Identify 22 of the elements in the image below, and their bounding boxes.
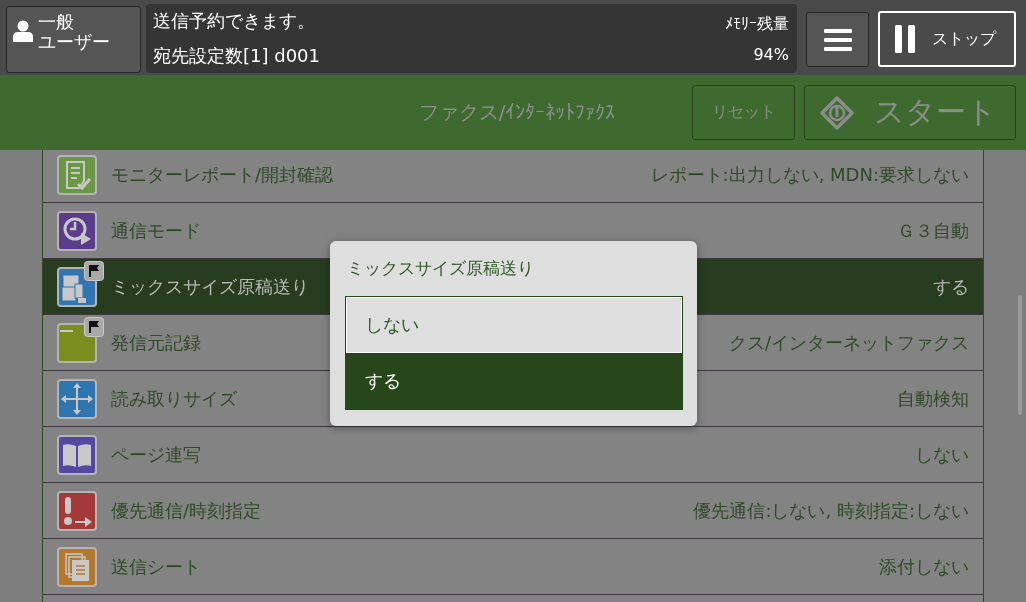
setting-value: レポート:出力しない, MDN:要求しない xyxy=(650,162,969,187)
setting-value: 優先通信:しない, 時刻指定:しない xyxy=(693,498,969,523)
setting-value: しない xyxy=(915,442,969,467)
setting-value: Ｇ３自動 xyxy=(897,218,969,243)
setting-value: する xyxy=(933,274,969,299)
setting-label: 通信モード xyxy=(111,218,201,243)
setting-label: ミックスサイズ原稿送り xyxy=(111,274,309,299)
status-message: 送信予約できます。 xyxy=(153,9,316,33)
screen-title: ファクス/ｲﾝﾀｰﾈｯﾄﾌｧｸｽ xyxy=(417,99,617,126)
setting-value: 添付しない xyxy=(879,554,969,579)
memory-value: 94% xyxy=(753,44,789,66)
setting-value: クス/インターネットファクス xyxy=(728,330,969,355)
setting-label: 発信元記録 xyxy=(111,330,201,355)
setting-label: 読み取りサイズ xyxy=(111,386,237,411)
setting-label: モニターレポート/開封確認 xyxy=(111,162,334,187)
setting-label: 優先通信/時刻指定 xyxy=(111,498,262,523)
setting-value: 自動検知 xyxy=(897,386,969,411)
memory-label: ﾒﾓﾘｰ残量 xyxy=(725,13,789,35)
status-message: 宛先設定数[1] d001 xyxy=(153,44,320,68)
dialog-title: ミックスサイズ原稿送り xyxy=(346,257,535,280)
setting-label: 送信シート xyxy=(111,554,201,579)
setting-label: ページ連写 xyxy=(111,442,201,467)
